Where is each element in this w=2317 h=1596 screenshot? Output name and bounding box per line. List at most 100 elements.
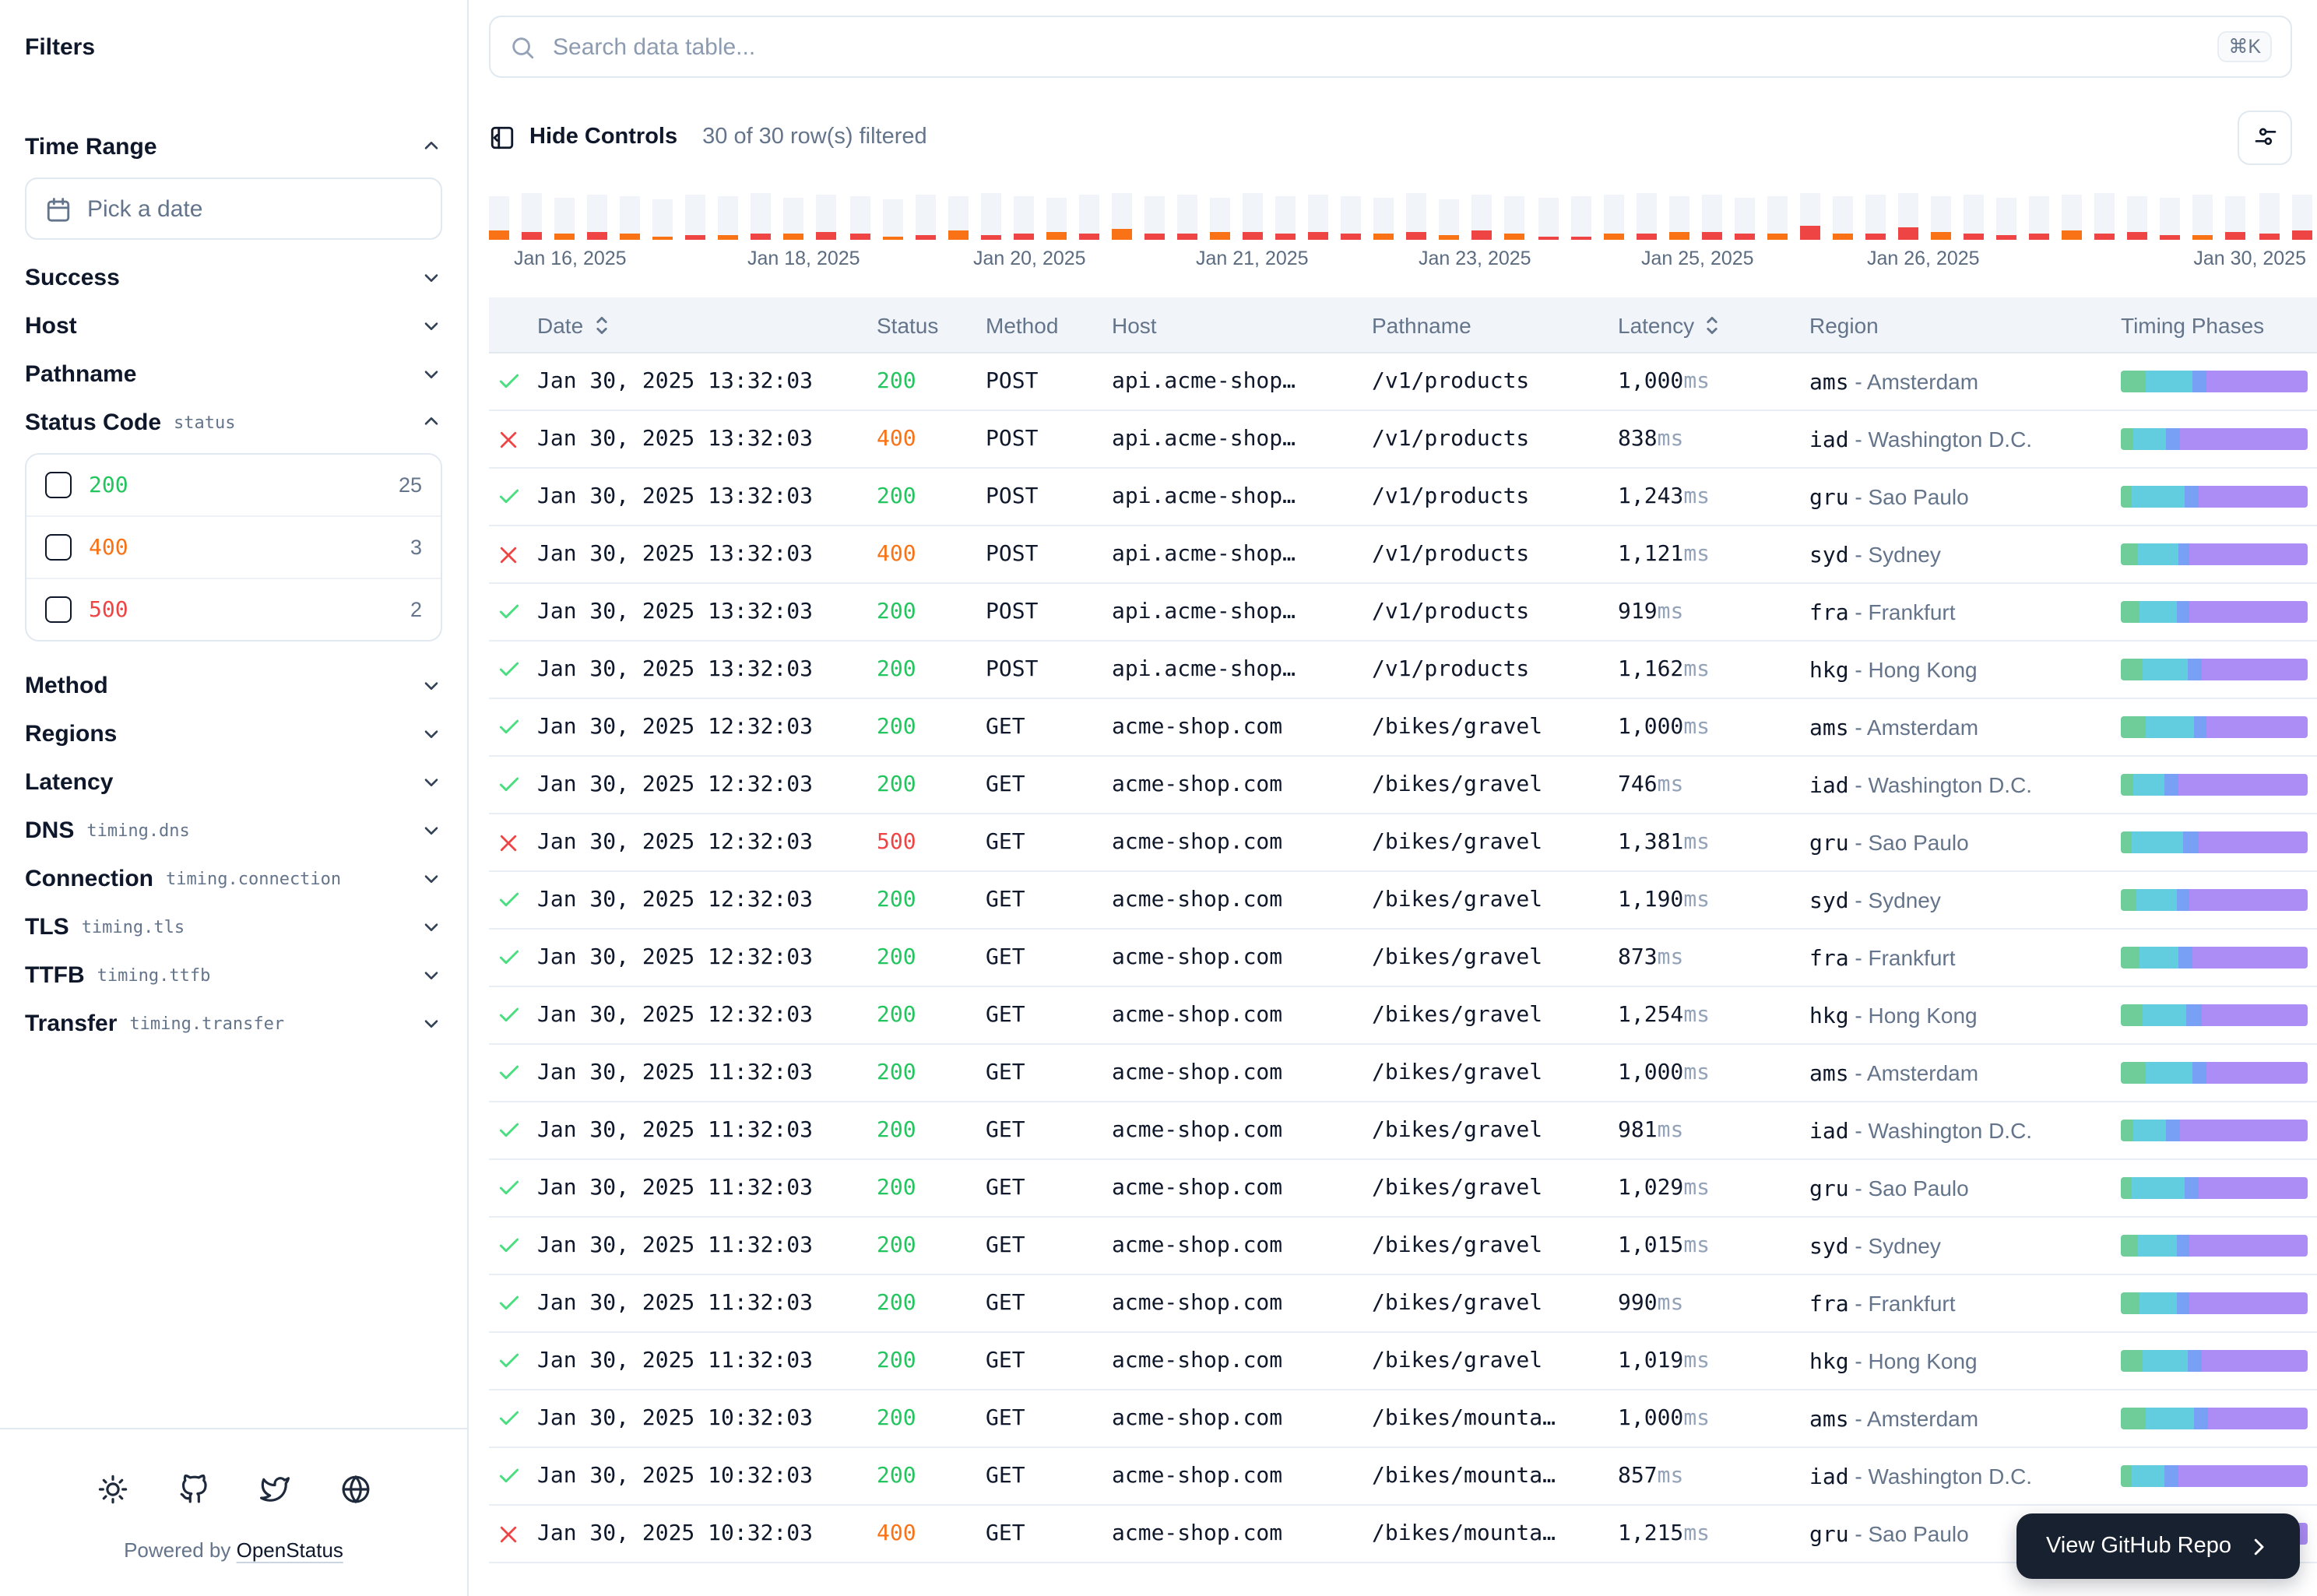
- histogram-bar[interactable]: [1112, 193, 1132, 240]
- status-option-400[interactable]: 4003: [26, 517, 441, 579]
- twitter-icon[interactable]: [255, 1470, 293, 1507]
- histogram-bar[interactable]: [1865, 193, 1886, 240]
- status-checkbox-400[interactable]: [45, 534, 72, 561]
- table-row[interactable]: Jan 30, 2025 11:32:03200GETacme-shop.com…: [489, 1045, 2317, 1102]
- sidebar-section-connection[interactable]: Connectiontiming.connection: [25, 860, 442, 897]
- sidebar-section-ttfb[interactable]: TTFBtiming.ttfb: [25, 956, 442, 993]
- histogram-bar[interactable]: [1144, 193, 1165, 240]
- histogram-bar[interactable]: [2062, 193, 2083, 240]
- histogram-bar[interactable]: [1079, 193, 1099, 240]
- table-row[interactable]: Jan 30, 2025 11:32:03200GETacme-shop.com…: [489, 1218, 2317, 1275]
- histogram-bar[interactable]: [652, 193, 673, 240]
- histogram-bar[interactable]: [522, 193, 542, 240]
- histogram-bar[interactable]: [2291, 193, 2312, 240]
- sort-icon[interactable]: [592, 314, 610, 336]
- table-row[interactable]: Jan 30, 2025 13:32:03200POSTapi.acme-sho…: [489, 642, 2317, 699]
- histogram-bar[interactable]: [1898, 193, 1918, 240]
- table-row[interactable]: Jan 30, 2025 11:32:03200GETacme-shop.com…: [489, 1160, 2317, 1218]
- histogram-bar[interactable]: [1505, 193, 1525, 240]
- table-row[interactable]: Jan 30, 2025 12:32:03500GETacme-shop.com…: [489, 814, 2317, 872]
- status-option-200[interactable]: 20025: [26, 455, 441, 517]
- histogram-bar[interactable]: [1800, 193, 1820, 240]
- github-icon[interactable]: [174, 1470, 212, 1507]
- globe-icon[interactable]: [336, 1470, 374, 1507]
- sidebar-section-regions[interactable]: Regions: [25, 715, 442, 752]
- sidebar-section-transfer[interactable]: Transfertiming.transfer: [25, 1004, 442, 1042]
- sidebar-section-pathname[interactable]: Pathname: [25, 355, 442, 392]
- histogram-bar[interactable]: [2226, 193, 2246, 240]
- histogram-bar[interactable]: [1046, 193, 1067, 240]
- search-bar[interactable]: ⌘K: [489, 16, 2292, 78]
- histogram-bar[interactable]: [1243, 193, 1263, 240]
- table-row[interactable]: Jan 30, 2025 12:32:03200GETacme-shop.com…: [489, 699, 2317, 757]
- histogram-bar[interactable]: [849, 193, 870, 240]
- histogram-bar[interactable]: [2029, 193, 2049, 240]
- histogram-bar[interactable]: [1636, 193, 1656, 240]
- histogram-bar[interactable]: [1014, 193, 1034, 240]
- histogram-bar[interactable]: [1341, 193, 1361, 240]
- histogram-bar[interactable]: [1275, 193, 1296, 240]
- column-header-latency[interactable]: Latency: [1618, 312, 1809, 337]
- sidebar-section-host[interactable]: Host: [25, 307, 442, 344]
- histogram-bar[interactable]: [1308, 193, 1328, 240]
- table-row[interactable]: Jan 30, 2025 11:32:03200GETacme-shop.com…: [489, 1102, 2317, 1160]
- histogram-bar[interactable]: [719, 193, 739, 240]
- histogram-bar[interactable]: [489, 193, 509, 240]
- histogram-bar[interactable]: [2128, 193, 2148, 240]
- sidebar-section-dns[interactable]: DNStiming.dns: [25, 811, 442, 849]
- histogram-bar[interactable]: [1735, 193, 1755, 240]
- histogram-bar[interactable]: [1210, 193, 1230, 240]
- table-row[interactable]: Jan 30, 2025 10:32:03200GETacme-shop.com…: [489, 1448, 2317, 1506]
- table-row[interactable]: Jan 30, 2025 10:32:03200GETacme-shop.com…: [489, 1390, 2317, 1448]
- histogram-bar[interactable]: [1177, 193, 1197, 240]
- histogram-bar[interactable]: [784, 193, 804, 240]
- status-checkbox-200[interactable]: [45, 472, 72, 498]
- hide-controls-button[interactable]: Hide Controls: [489, 124, 677, 150]
- histogram-bar[interactable]: [1668, 193, 1689, 240]
- histogram-bar[interactable]: [554, 193, 575, 240]
- histogram-bar[interactable]: [1964, 193, 1984, 240]
- histogram-bar[interactable]: [620, 193, 640, 240]
- view-options-button[interactable]: [2238, 110, 2292, 164]
- histogram-bar[interactable]: [2259, 193, 2279, 240]
- sun-icon[interactable]: [93, 1470, 131, 1507]
- table-row[interactable]: Jan 30, 2025 13:32:03200POSTapi.acme-sho…: [489, 353, 2317, 411]
- openstatus-link[interactable]: OpenStatus: [237, 1538, 343, 1562]
- column-header-date[interactable]: Date: [537, 312, 877, 337]
- table-row[interactable]: Jan 30, 2025 12:32:03200GETacme-shop.com…: [489, 872, 2317, 930]
- histogram-bar[interactable]: [587, 193, 607, 240]
- table-row[interactable]: Jan 30, 2025 13:32:03200POSTapi.acme-sho…: [489, 469, 2317, 526]
- table-row[interactable]: Jan 30, 2025 13:32:03400POSTapi.acme-sho…: [489, 526, 2317, 584]
- histogram-bar[interactable]: [1374, 193, 1394, 240]
- table-row[interactable]: Jan 30, 2025 12:32:03200GETacme-shop.com…: [489, 930, 2317, 987]
- sidebar-section-time-range[interactable]: Time Range: [25, 128, 442, 165]
- histogram-bar[interactable]: [2095, 193, 2115, 240]
- sidebar-section-status-code[interactable]: Status Codestatus: [25, 403, 442, 441]
- histogram-bar[interactable]: [2193, 193, 2213, 240]
- histogram-bar[interactable]: [1701, 193, 1721, 240]
- sidebar-section-method[interactable]: Method: [25, 666, 442, 704]
- search-input[interactable]: [550, 32, 2203, 62]
- histogram-bar[interactable]: [751, 193, 772, 240]
- histogram-bar[interactable]: [980, 193, 1000, 240]
- table-row[interactable]: Jan 30, 2025 11:32:03200GETacme-shop.com…: [489, 1333, 2317, 1390]
- histogram-bar[interactable]: [817, 193, 837, 240]
- histogram-bar[interactable]: [1767, 193, 1788, 240]
- table-row[interactable]: Jan 30, 2025 12:32:03200GETacme-shop.com…: [489, 987, 2317, 1045]
- histogram-bar[interactable]: [2161, 193, 2181, 240]
- histogram-bar[interactable]: [915, 193, 935, 240]
- histogram-bar[interactable]: [1996, 193, 2016, 240]
- histogram-bar[interactable]: [1603, 193, 1623, 240]
- table-row[interactable]: Jan 30, 2025 11:32:03200GETacme-shop.com…: [489, 1275, 2317, 1333]
- status-option-500[interactable]: 5002: [26, 579, 441, 640]
- table-row[interactable]: Jan 30, 2025 13:32:03400POSTapi.acme-sho…: [489, 411, 2317, 469]
- sort-icon[interactable]: [1703, 314, 1721, 336]
- date-picker[interactable]: Pick a date: [25, 178, 442, 240]
- status-checkbox-500[interactable]: [45, 596, 72, 623]
- histogram-bar[interactable]: [1833, 193, 1853, 240]
- table-row[interactable]: Jan 30, 2025 12:32:03200GETacme-shop.com…: [489, 757, 2317, 814]
- histogram-bar[interactable]: [1570, 193, 1591, 240]
- histogram-bar[interactable]: [1440, 193, 1460, 240]
- histogram-bar[interactable]: [686, 193, 706, 240]
- histogram-bar[interactable]: [1472, 193, 1493, 240]
